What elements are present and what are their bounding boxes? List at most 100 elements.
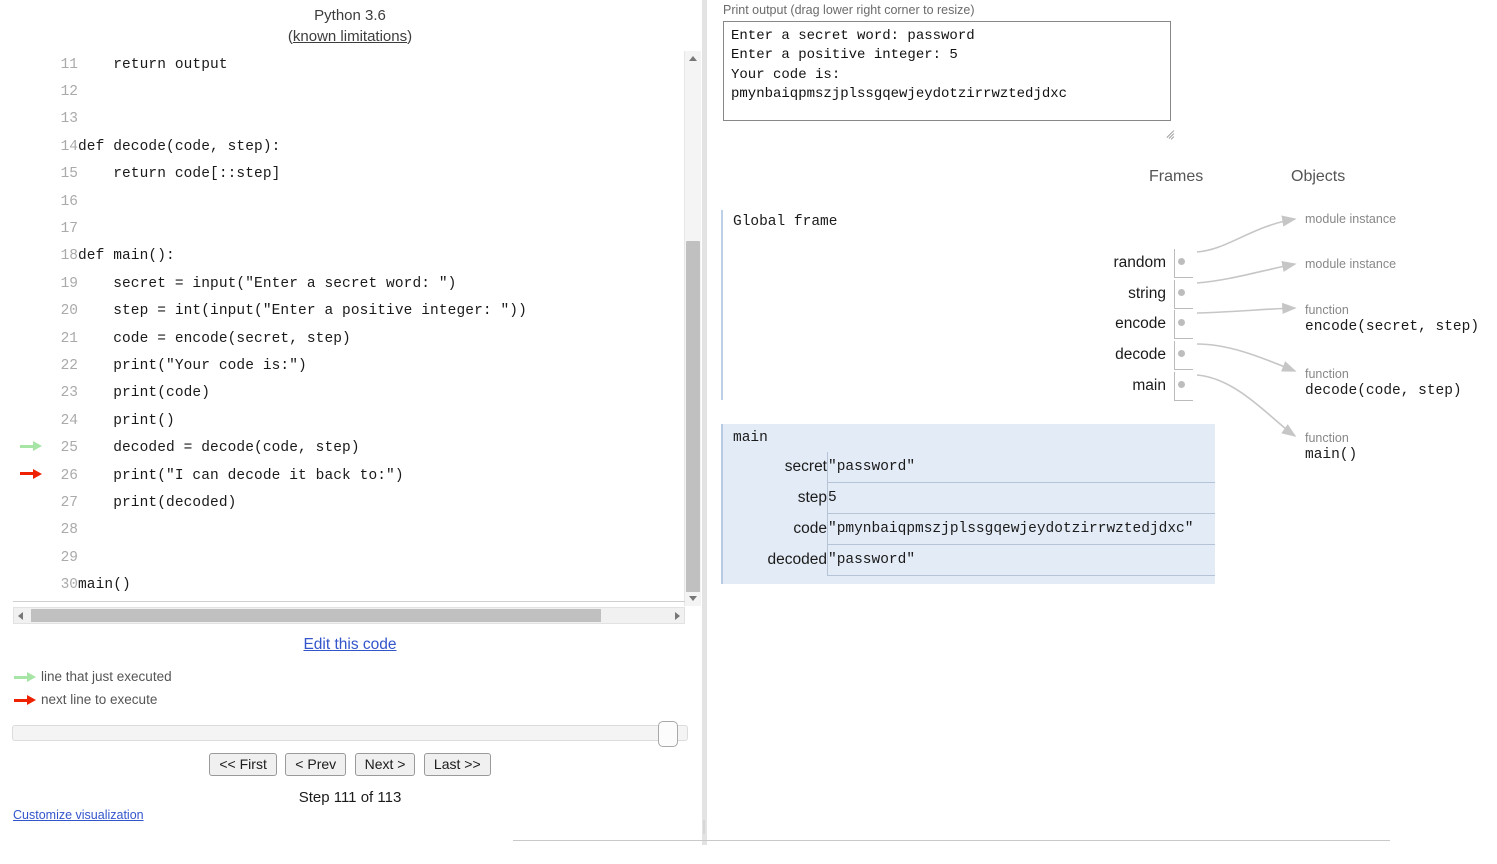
python-tutor-visualizer: Python 3.6 (known limitations) 11 return…	[0, 0, 1497, 864]
code-line-row[interactable]: 13	[0, 106, 527, 133]
resize-handle-icon[interactable]	[1162, 128, 1175, 140]
edit-this-code-link[interactable]: Edit this code	[303, 636, 396, 653]
code-line-row[interactable]: 27 print(decoded)	[0, 489, 527, 516]
code-line-row[interactable]: 12	[0, 78, 527, 105]
line-number[interactable]: 29	[42, 544, 78, 571]
prev-button[interactable]: < Prev	[285, 753, 347, 776]
line-number[interactable]: 12	[42, 78, 78, 105]
language-name: Python 3.6	[314, 7, 386, 24]
code-horizontal-scrollbar[interactable]	[13, 607, 685, 624]
object-type-label: function	[1305, 303, 1349, 317]
code-line-row[interactable]: 30 main()	[0, 571, 527, 598]
line-marker-empty	[0, 161, 42, 188]
code-line-text	[78, 517, 527, 544]
scroll-down-button[interactable]	[685, 592, 701, 606]
pointer-slot	[1174, 279, 1193, 309]
code-line-row[interactable]: 26 print("I can decode it back to:")	[0, 462, 527, 489]
known-limitations-link[interactable]: known limitations	[293, 28, 407, 45]
code-line-text: secret = input("Enter a secret word: ")	[78, 275, 457, 292]
code-line-text: def decode(code, step):	[78, 138, 281, 155]
line-number[interactable]: 28	[42, 517, 78, 544]
last-button[interactable]: Last >>	[423, 753, 491, 776]
code-line-row[interactable]: 29	[0, 544, 527, 571]
code-line-text	[78, 106, 527, 133]
code-line-row[interactable]: 25 decoded = decode(code, step)	[0, 434, 527, 461]
code-line-row[interactable]: 24 print()	[0, 407, 527, 434]
line-number[interactable]: 22	[42, 352, 78, 379]
line-number[interactable]: 24	[42, 407, 78, 434]
code-line-row[interactable]: 22 print("Your code is:")	[0, 352, 527, 379]
code-vertical-scrollbar[interactable]	[684, 51, 701, 606]
line-number[interactable]: 15	[42, 161, 78, 188]
code-line-row[interactable]: 21 code = encode(secret, step)	[0, 325, 527, 352]
next-line-arrow	[0, 462, 42, 489]
code-line-text: step = int(input("Enter a positive integ…	[78, 303, 527, 320]
print-output-label: Print output (drag lower right corner to…	[723, 3, 975, 17]
code-line-row[interactable]: 14 def decode(code, step):	[0, 133, 527, 160]
line-marker-empty	[0, 78, 42, 105]
frame-variable-name: code	[793, 520, 827, 537]
global-variable-row: decode	[1115, 340, 1193, 370]
code-line-text: print("I can decode it back to:")	[78, 467, 404, 484]
global-variable-row: random	[1113, 248, 1193, 278]
line-number[interactable]: 14	[42, 133, 78, 160]
heap-object: function decode(code, step)	[1305, 367, 1462, 401]
chevron-left-icon[interactable]	[18, 612, 23, 620]
line-number[interactable]: 27	[42, 489, 78, 516]
code-line-row[interactable]: 18 def main():	[0, 243, 527, 270]
global-variable-row: string	[1128, 279, 1193, 309]
line-marker-empty	[0, 215, 42, 242]
frame-variable-value: "password"	[827, 544, 1215, 576]
code-line-text	[78, 215, 527, 242]
code-line-row[interactable]: 28	[0, 517, 527, 544]
scroll-up-button[interactable]	[685, 51, 701, 65]
bottom-divider-tick	[703, 820, 705, 834]
line-number[interactable]: 18	[42, 243, 78, 270]
line-number[interactable]: 25	[42, 434, 78, 461]
next-button[interactable]: Next >	[354, 753, 416, 776]
objects-column-header: Objects	[1291, 168, 1346, 185]
chevron-right-icon[interactable]	[675, 612, 680, 620]
slider-handle[interactable]	[658, 721, 678, 747]
frame-variable-value: "password"	[827, 452, 1215, 483]
code-line-row[interactable]: 11 return output	[0, 51, 527, 78]
code-line-text	[78, 188, 527, 215]
line-number[interactable]: 17	[42, 215, 78, 242]
code-display[interactable]: 11 return output 12 13 14 def decode(code, s…	[0, 51, 700, 606]
global-variable-name: encode	[1115, 315, 1166, 332]
frame-variable-name: step	[797, 489, 827, 506]
red-arrow-icon	[20, 468, 42, 479]
line-number[interactable]: 30	[42, 571, 78, 598]
line-number[interactable]: 16	[42, 188, 78, 215]
code-line-text: decoded = decode(code, step)	[78, 440, 360, 457]
line-number[interactable]: 13	[42, 106, 78, 133]
frame-variable-value: 5	[827, 482, 1215, 514]
code-line-row[interactable]: 16	[0, 188, 527, 215]
pointer-slot	[1174, 371, 1193, 401]
line-number[interactable]: 19	[42, 270, 78, 297]
line-number[interactable]: 11	[42, 51, 78, 78]
customize-visualization-link[interactable]: Customize visualization	[13, 808, 144, 822]
pointer-slot	[1174, 340, 1193, 370]
pointer-dot-icon	[1178, 349, 1185, 357]
line-number[interactable]: 21	[42, 325, 78, 352]
code-line-row[interactable]: 15 return code[::step]	[0, 161, 527, 188]
line-number[interactable]: 26	[42, 462, 78, 489]
line-number[interactable]: 23	[42, 380, 78, 407]
frame-variable-name: secret	[784, 458, 827, 476]
visualization-pane: Print output (drag lower right corner to…	[707, 0, 1497, 864]
code-line-row[interactable]: 19 secret = input("Enter a secret word: …	[0, 270, 527, 297]
line-marker-empty	[0, 544, 42, 571]
execution-step-slider[interactable]	[12, 721, 688, 747]
horizontal-scroll-thumb[interactable]	[31, 609, 601, 622]
code-line-row[interactable]: 23 print(code)	[0, 380, 527, 407]
code-line-row[interactable]: 17	[0, 215, 527, 242]
line-number[interactable]: 20	[42, 298, 78, 325]
line-marker-empty	[0, 407, 42, 434]
navigation-buttons: << First < Prev Next > Last >>	[0, 753, 700, 776]
global-frame-title: Global frame	[733, 214, 838, 230]
code-line-row[interactable]: 20 step = int(input("Enter a positive in…	[0, 298, 527, 325]
vertical-scroll-thumb[interactable]	[686, 241, 700, 593]
first-button[interactable]: << First	[209, 753, 277, 776]
code-pane: Python 3.6 (known limitations) 11 return…	[0, 0, 702, 864]
